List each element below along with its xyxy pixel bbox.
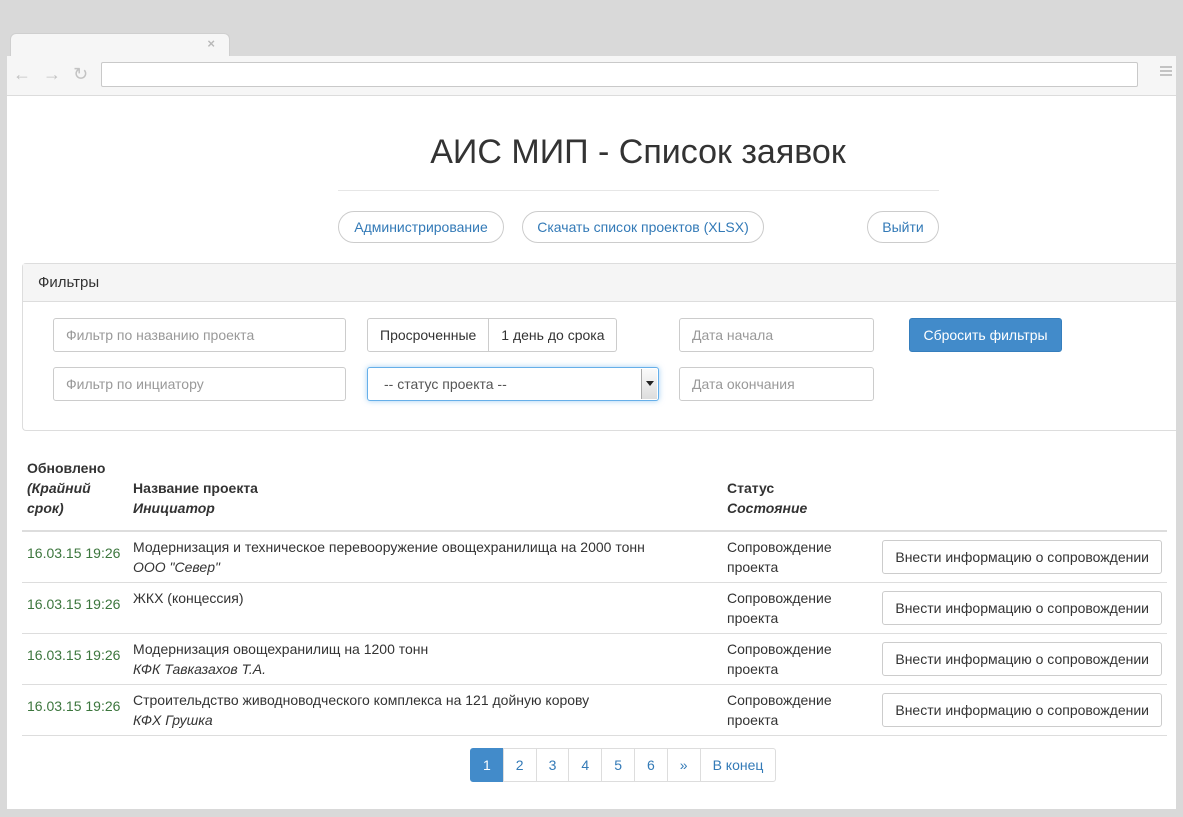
page-link-6[interactable]: 6: [633, 748, 668, 782]
forward-icon[interactable]: →: [43, 65, 61, 83]
last-page-link[interactable]: В конец: [699, 748, 777, 782]
page-title: АИС МИП - Список заявок: [430, 133, 846, 171]
browser-toolbar: ← → ↻: [7, 56, 1176, 96]
page-link-4[interactable]: 4: [568, 748, 603, 782]
overdue-button[interactable]: Просроченные: [367, 318, 490, 352]
status-select[interactable]: -- статус проекта --: [367, 367, 659, 401]
pagination: 1 2 3 4 5 6» В конец: [470, 748, 777, 782]
filters-panel: Фильтры Фильтр по названию проекта Фильт…: [22, 263, 1176, 431]
row-actions: Внести информацию о сопровождении: [872, 582, 1167, 634]
date-end-input[interactable]: Дата окончания: [679, 367, 874, 401]
tab-close-icon[interactable]: ×: [207, 36, 215, 51]
project-name-filter-input[interactable]: Фильтр по названию проекта: [53, 318, 346, 352]
table-row: 16.03.15 19:26 Модернизация и техническое…: [22, 531, 1167, 583]
page-link-1[interactable]: 1: [470, 748, 504, 782]
row-date: 16.03.15 19:26: [22, 531, 128, 583]
page-link-2[interactable]: 2: [502, 748, 537, 782]
add-support-info-button[interactable]: Внести информацию о сопровождении: [882, 642, 1162, 676]
header-status-label: Статус: [727, 480, 775, 496]
add-support-info-button[interactable]: Внести информацию о сопровождении: [882, 591, 1162, 625]
page-link-3[interactable]: 3: [535, 748, 570, 782]
address-bar[interactable]: [101, 62, 1138, 87]
row-date: 16.03.15 19:26: [22, 633, 128, 685]
one-day-left-button[interactable]: 1 день до срока: [489, 318, 618, 352]
header-initiator-label: Инициатор: [133, 500, 215, 516]
browser-tab[interactable]: ×: [10, 33, 230, 57]
menu-icon[interactable]: [1160, 66, 1172, 78]
row-status: Сопровождение проекта: [722, 582, 872, 634]
header-deadline-label: (Крайний срок): [27, 480, 91, 516]
page: АИС МИП - Список заявок Администрировани…: [7, 96, 1176, 809]
requests-table: Обновлено (Крайний срок) Название проект…: [22, 454, 1167, 736]
project-name[interactable]: ЖКХ (концессия): [133, 590, 243, 606]
header-actions: [872, 454, 1167, 532]
project-name[interactable]: Модернизация и техническое перевооружени…: [133, 539, 645, 555]
project-name[interactable]: Строительдство живодноводческого комплек…: [133, 692, 589, 708]
row-status: Сопровождение проекта: [722, 633, 872, 685]
filters-heading: Фильтры: [23, 264, 1176, 302]
add-support-info-button[interactable]: Внести информацию о сопровождении: [882, 693, 1162, 727]
row-actions: Внести информацию о сопровождении: [872, 633, 1167, 685]
row-date: 16.03.15 19:26: [22, 582, 128, 634]
reset-filters-button[interactable]: Сбросить фильтры: [909, 318, 1062, 352]
logout-button[interactable]: Выйти: [867, 211, 939, 243]
row-project: ЖКХ (концессия): [128, 582, 722, 634]
deadline-filter-group: Просроченные 1 день до срока: [367, 318, 618, 352]
row-project: Модернизация овощехранилищ на 1200 тонн К…: [128, 633, 722, 685]
table-row: 16.03.15 19:26 Строительдство живодноводч…: [22, 684, 1167, 736]
header-updated-label: Обновлено: [27, 460, 106, 476]
next-page-link[interactable]: »: [666, 748, 701, 782]
row-status: Сопровождение проекта: [722, 684, 872, 736]
initiator-name: КФК Тавказахов Т.А.: [133, 661, 267, 677]
row-project: Модернизация и техническое перевооружени…: [128, 531, 722, 583]
reload-icon[interactable]: ↻: [73, 65, 88, 83]
initiator-filter-input[interactable]: Фильтр по инциатору: [53, 367, 346, 401]
admin-button[interactable]: Администрирование: [338, 211, 504, 243]
row-actions: Внести информацию о сопровождении: [872, 531, 1167, 583]
table-row: 16.03.15 19:26 Модернизация овощехранилищ…: [22, 633, 1167, 685]
row-date: 16.03.15 19:26: [22, 684, 128, 736]
row-actions: Внести информацию о сопровождении: [872, 684, 1167, 736]
header-project-label: Название проекта: [133, 480, 258, 496]
initiator-name: ООО "Север": [133, 559, 220, 575]
table-row: 16.03.15 19:26 ЖКХ (концессия) Сопровожден…: [22, 582, 1167, 634]
row-status: Сопровождение проекта: [722, 531, 872, 583]
header-state-label: Состояние: [727, 500, 808, 516]
back-icon[interactable]: ←: [13, 65, 31, 83]
project-name[interactable]: Модернизация овощехранилищ на 1200 тонн: [133, 641, 428, 657]
row-project: Строительдство живодноводческого комплек…: [128, 684, 722, 736]
header-updated[interactable]: Обновлено (Крайний срок): [22, 454, 128, 532]
initiator-name: КФХ Грушка: [133, 712, 213, 728]
chevron-down-icon[interactable]: [641, 369, 657, 399]
divider: [338, 190, 939, 191]
header-project[interactable]: Название проекта Инициатор: [128, 454, 722, 532]
date-start-input[interactable]: Дата начала: [679, 318, 874, 352]
add-support-info-button[interactable]: Внести информацию о сопровождении: [882, 540, 1162, 574]
download-xlsx-button[interactable]: Скачать список проектов (XLSX): [522, 211, 764, 243]
page-link-5[interactable]: 5: [601, 748, 635, 782]
status-select-value: -- статус проекта --: [384, 376, 507, 392]
header-status[interactable]: Статус Состояние: [722, 454, 872, 532]
